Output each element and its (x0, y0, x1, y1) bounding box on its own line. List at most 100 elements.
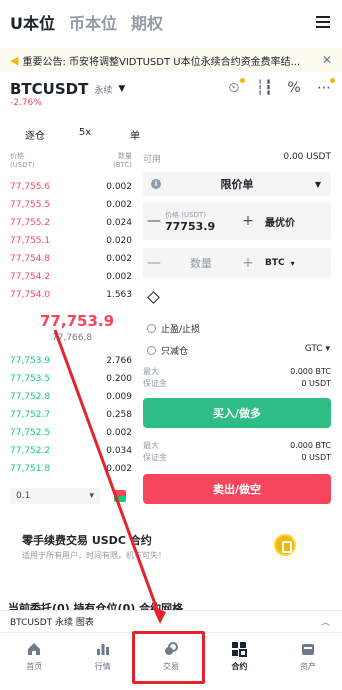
price-input[interactable]: — 价格 (USDT) 77753.9 + 最优价 (143, 202, 331, 240)
orderbook-price: 77,754.0 (10, 290, 51, 300)
chart-bar[interactable]: BTCUSDT 永续 图表 ︿ (0, 610, 342, 632)
nav-assets-label: 资产 (299, 662, 316, 671)
tp-sl-checkbox[interactable]: 止盈/止损 (147, 322, 200, 335)
promo-banner[interactable]: 零手续费交易 USDC 合约 适用于所有用户，时间有限，机不可失！ (0, 520, 342, 568)
announcement-text: 重要公告: 币安将调整VIDTUSDT U本位永续合约资金费率结... (22, 56, 301, 68)
leverage-button[interactable]: 5x (60, 124, 110, 145)
orderbook-row[interactable]: 77,752.5 0.002 (10, 424, 132, 442)
nav-markets[interactable]: 行情 (68, 633, 136, 690)
orderbook-qty: 0.258 (106, 410, 132, 420)
sell-short-button[interactable]: 卖出/做空 (143, 474, 331, 504)
orderbook-qty: 0.002 (106, 200, 132, 210)
orderbook-row[interactable]: 77,752.2 0.034 (10, 442, 132, 460)
orderbook-qty: 0.002 (106, 272, 132, 282)
minus-icon[interactable]: — (143, 213, 165, 229)
percent-icon[interactable]: % (286, 80, 302, 96)
orderbook-price: 77,754.8 (10, 254, 51, 264)
time-in-force-select[interactable]: GTC ▾ (305, 344, 330, 354)
announcement-bar[interactable]: ◀ 重要公告: 币安将调整VIDTUSDT U本位永续合约资金费率结... ✕ (0, 48, 342, 72)
chart-bar-label: BTCUSDT 永续 图表 (10, 618, 94, 628)
orderbook-row[interactable]: 77,755.2 0.024 (10, 214, 132, 232)
reduce-only-checkbox[interactable]: 只减仓 (147, 344, 188, 357)
orderbook-view-icon[interactable] (114, 490, 126, 502)
symbol-selector[interactable]: BTCUSDT 永续 ▼ (10, 80, 125, 98)
position-mode-button[interactable]: 单 (110, 124, 160, 145)
orderbook-price: 77,752.8 (10, 392, 51, 402)
tab-usdt-m[interactable]: U本位 (10, 10, 55, 34)
available-balance: 可用 0.00 USDT (143, 152, 331, 165)
orderbook-price: 77,755.2 (10, 218, 51, 228)
orderbook-row[interactable]: 77,754.0 1.563 (10, 286, 132, 304)
orderbook-qty: 0.002 (106, 254, 132, 264)
minus-icon[interactable]: — (143, 255, 165, 271)
orderbook-qty: 0.002 (106, 182, 132, 192)
close-icon[interactable]: ✕ (322, 53, 332, 67)
last-price[interactable]: 77,753.9 (40, 312, 114, 330)
top-nav: U本位 币本位 期权 (0, 0, 342, 44)
checkbox-icon[interactable] (147, 346, 156, 355)
tp-sl-label: 止盈/止损 (161, 325, 201, 335)
tab-coin-m[interactable]: 币本位 (69, 10, 117, 34)
home-icon (28, 643, 41, 655)
candlestick-icon[interactable]: ┆┇ (256, 80, 273, 96)
tab-options[interactable]: 期权 (131, 10, 163, 34)
position-tabs[interactable]: 当前委托(0) 持有仓位(0) 合约网格 (0, 600, 342, 610)
orderbook-row[interactable]: 77,752.7 0.258 (10, 406, 132, 424)
mark-price: 77,766.8 (52, 333, 93, 343)
menu-icon[interactable] (316, 16, 330, 28)
mode-bar: 逐仓 5x 单 (10, 124, 160, 145)
best-price-button[interactable]: 最优价 (265, 214, 295, 229)
info-icon[interactable]: i (151, 179, 161, 189)
depth-selector[interactable]: 0.1 ▾ (10, 488, 100, 504)
order-type-select[interactable]: i 限价单 ▼ (143, 172, 331, 196)
nav-home[interactable]: 首页 (0, 633, 68, 690)
orderbook-price: 77,752.7 (10, 410, 51, 420)
orderbook-row[interactable]: 77,754.2 0.002 (10, 268, 132, 286)
promo-subtitle: 适用于所有用户，时间有限，机不可失！ (22, 551, 166, 560)
chevron-up-icon[interactable]: ︿ (321, 615, 330, 628)
calculator-icon[interactable]: ⏲ (226, 78, 245, 96)
tif-value: GTC (304, 344, 323, 354)
max-label: 最大 (143, 441, 159, 450)
orderbook-price: 77,755.1 (10, 236, 51, 246)
orderbook-qty: 0.002 (106, 428, 132, 438)
reduce-only-label: 只减仓 (161, 347, 189, 357)
wallet-icon (301, 644, 314, 655)
margin-label: 保证金 (143, 379, 167, 388)
futures-icon (232, 642, 248, 657)
price-value[interactable]: 77753.9 (165, 220, 237, 233)
orderbook-price: 77,752.2 (10, 446, 51, 456)
slider-diamond-icon[interactable] (147, 291, 160, 304)
depth-value: 0.1 (16, 491, 31, 501)
orderbook-row[interactable]: 77,752.8 0.009 (10, 388, 132, 406)
orderbook-row[interactable]: 77,754.8 0.002 (10, 250, 132, 268)
caret-down-icon: ▼ (314, 179, 321, 189)
order-type-value: 限价单 (220, 178, 254, 191)
nav-assets[interactable]: 资产 (274, 633, 342, 690)
margin-label: 保证金 (143, 453, 167, 462)
orderbook-qty: 2.766 (106, 356, 132, 366)
checkbox-icon[interactable] (147, 324, 156, 333)
buy-long-button[interactable]: 买入/做多 (143, 398, 331, 428)
more-icon[interactable]: ⋯ (316, 78, 335, 96)
highlight-box (132, 631, 205, 684)
orderbook-row[interactable]: 77,755.5 0.002 (10, 196, 132, 214)
orderbook-row[interactable]: 77,755.1 0.020 (10, 232, 132, 250)
quantity-unit-select[interactable]: BTC (265, 258, 285, 268)
plus-icon[interactable]: + (237, 255, 259, 271)
sell-margin-value: 0 USDT (301, 453, 331, 462)
ask-list: 77,755.6 0.002 77,755.5 0.002 77,755.2 0.024 7… (10, 178, 132, 304)
margin-mode-button[interactable]: 逐仓 (10, 124, 60, 145)
price-header: 价格 (USDT) (10, 152, 35, 169)
orderbook-price: 77,753.9 (10, 356, 51, 366)
plus-icon[interactable]: + (237, 213, 259, 229)
available-value: 0.00 USDT (283, 152, 331, 162)
quantity-input[interactable]: — 数量 + BTC ▾ (143, 248, 331, 278)
orderbook-row[interactable]: 77,751.8 0.002 (10, 460, 132, 478)
orderbook-row[interactable]: 77,753.5 0.200 (10, 370, 132, 388)
orderbook-qty: 0.009 (106, 392, 132, 402)
orderbook-qty: 0.002 (106, 464, 132, 474)
orderbook-row[interactable]: 77,755.6 0.002 (10, 178, 132, 196)
orderbook-row[interactable]: 77,753.9 2.766 (10, 352, 132, 370)
nav-futures[interactable]: 合约 (205, 633, 273, 690)
